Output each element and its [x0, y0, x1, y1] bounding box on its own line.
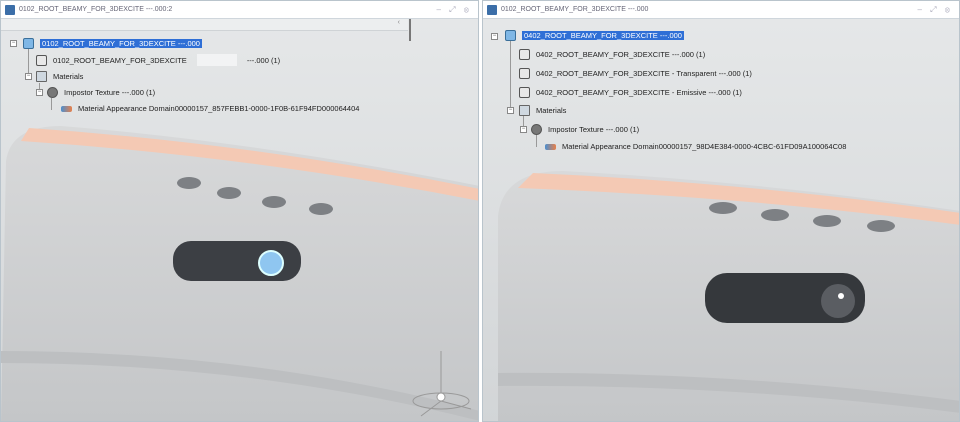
specification-tree: − − − 0402_ROOT_BEAMY_FOR_3DEXCITE ---.0…	[483, 1, 959, 421]
expand-toggle[interactable]: −	[507, 107, 514, 114]
expand-toggle[interactable]: −	[10, 40, 17, 47]
specification-tree: − − − 0102_ROOT_BEAMY_FOR_3DEXCITE ---.0…	[1, 1, 478, 421]
part-icon	[519, 68, 530, 79]
expand-toggle[interactable]: −	[36, 89, 43, 96]
product-icon	[23, 38, 34, 49]
tree-node-root[interactable]: 0402_ROOT_BEAMY_FOR_3DEXCITE ---.000	[505, 30, 684, 41]
material-icon	[61, 105, 72, 112]
expand-toggle[interactable]: −	[25, 73, 32, 80]
expand-toggle[interactable]: −	[520, 126, 527, 133]
tree-node-part-transparent[interactable]: 0402_ROOT_BEAMY_FOR_3DEXCITE - Transpare…	[519, 68, 752, 79]
texture-icon	[47, 87, 58, 98]
material-icon	[545, 143, 556, 150]
tree-node-part[interactable]: 0102_ROOT_BEAMY_FOR_3DEXCITE ---.000 (1)	[36, 54, 280, 66]
tree-node-part-emissive[interactable]: 0402_ROOT_BEAMY_FOR_3DEXCITE - Emissive …	[519, 87, 742, 98]
part-icon	[519, 49, 530, 60]
texture-icon	[531, 124, 542, 135]
folder-icon	[519, 105, 530, 116]
left-viewer-window: 0102_ROOT_BEAMY_FOR_3DEXCITE ---.000:2 –…	[0, 0, 479, 422]
part-icon	[36, 54, 47, 66]
product-icon	[505, 30, 516, 41]
tree-node-material-appearance[interactable]: Material Appearance Domain00000157_98D4E…	[545, 142, 846, 151]
tree-node-part[interactable]: 0402_ROOT_BEAMY_FOR_3DEXCITE ---.000 (1)	[519, 49, 705, 60]
tree-node-material-appearance[interactable]: Material Appearance Domain00000157_857FE…	[61, 104, 359, 113]
part-icon	[519, 87, 530, 98]
tree-node-materials[interactable]: Materials	[519, 105, 566, 116]
right-viewer-window: 0102_ROOT_BEAMY_FOR_3DEXCITE ---.000 – ⤢…	[482, 0, 960, 422]
tree-node-impostor-texture[interactable]: Impostor Texture ---.000 (1)	[531, 124, 639, 135]
tree-node-root[interactable]: 0102_ROOT_BEAMY_FOR_3DEXCITE ---.000	[23, 38, 202, 49]
expand-toggle[interactable]: −	[491, 33, 498, 40]
folder-icon	[36, 71, 47, 82]
tree-node-materials[interactable]: Materials	[36, 71, 83, 82]
tree-node-impostor-texture[interactable]: Impostor Texture ---.000 (1)	[47, 87, 155, 98]
